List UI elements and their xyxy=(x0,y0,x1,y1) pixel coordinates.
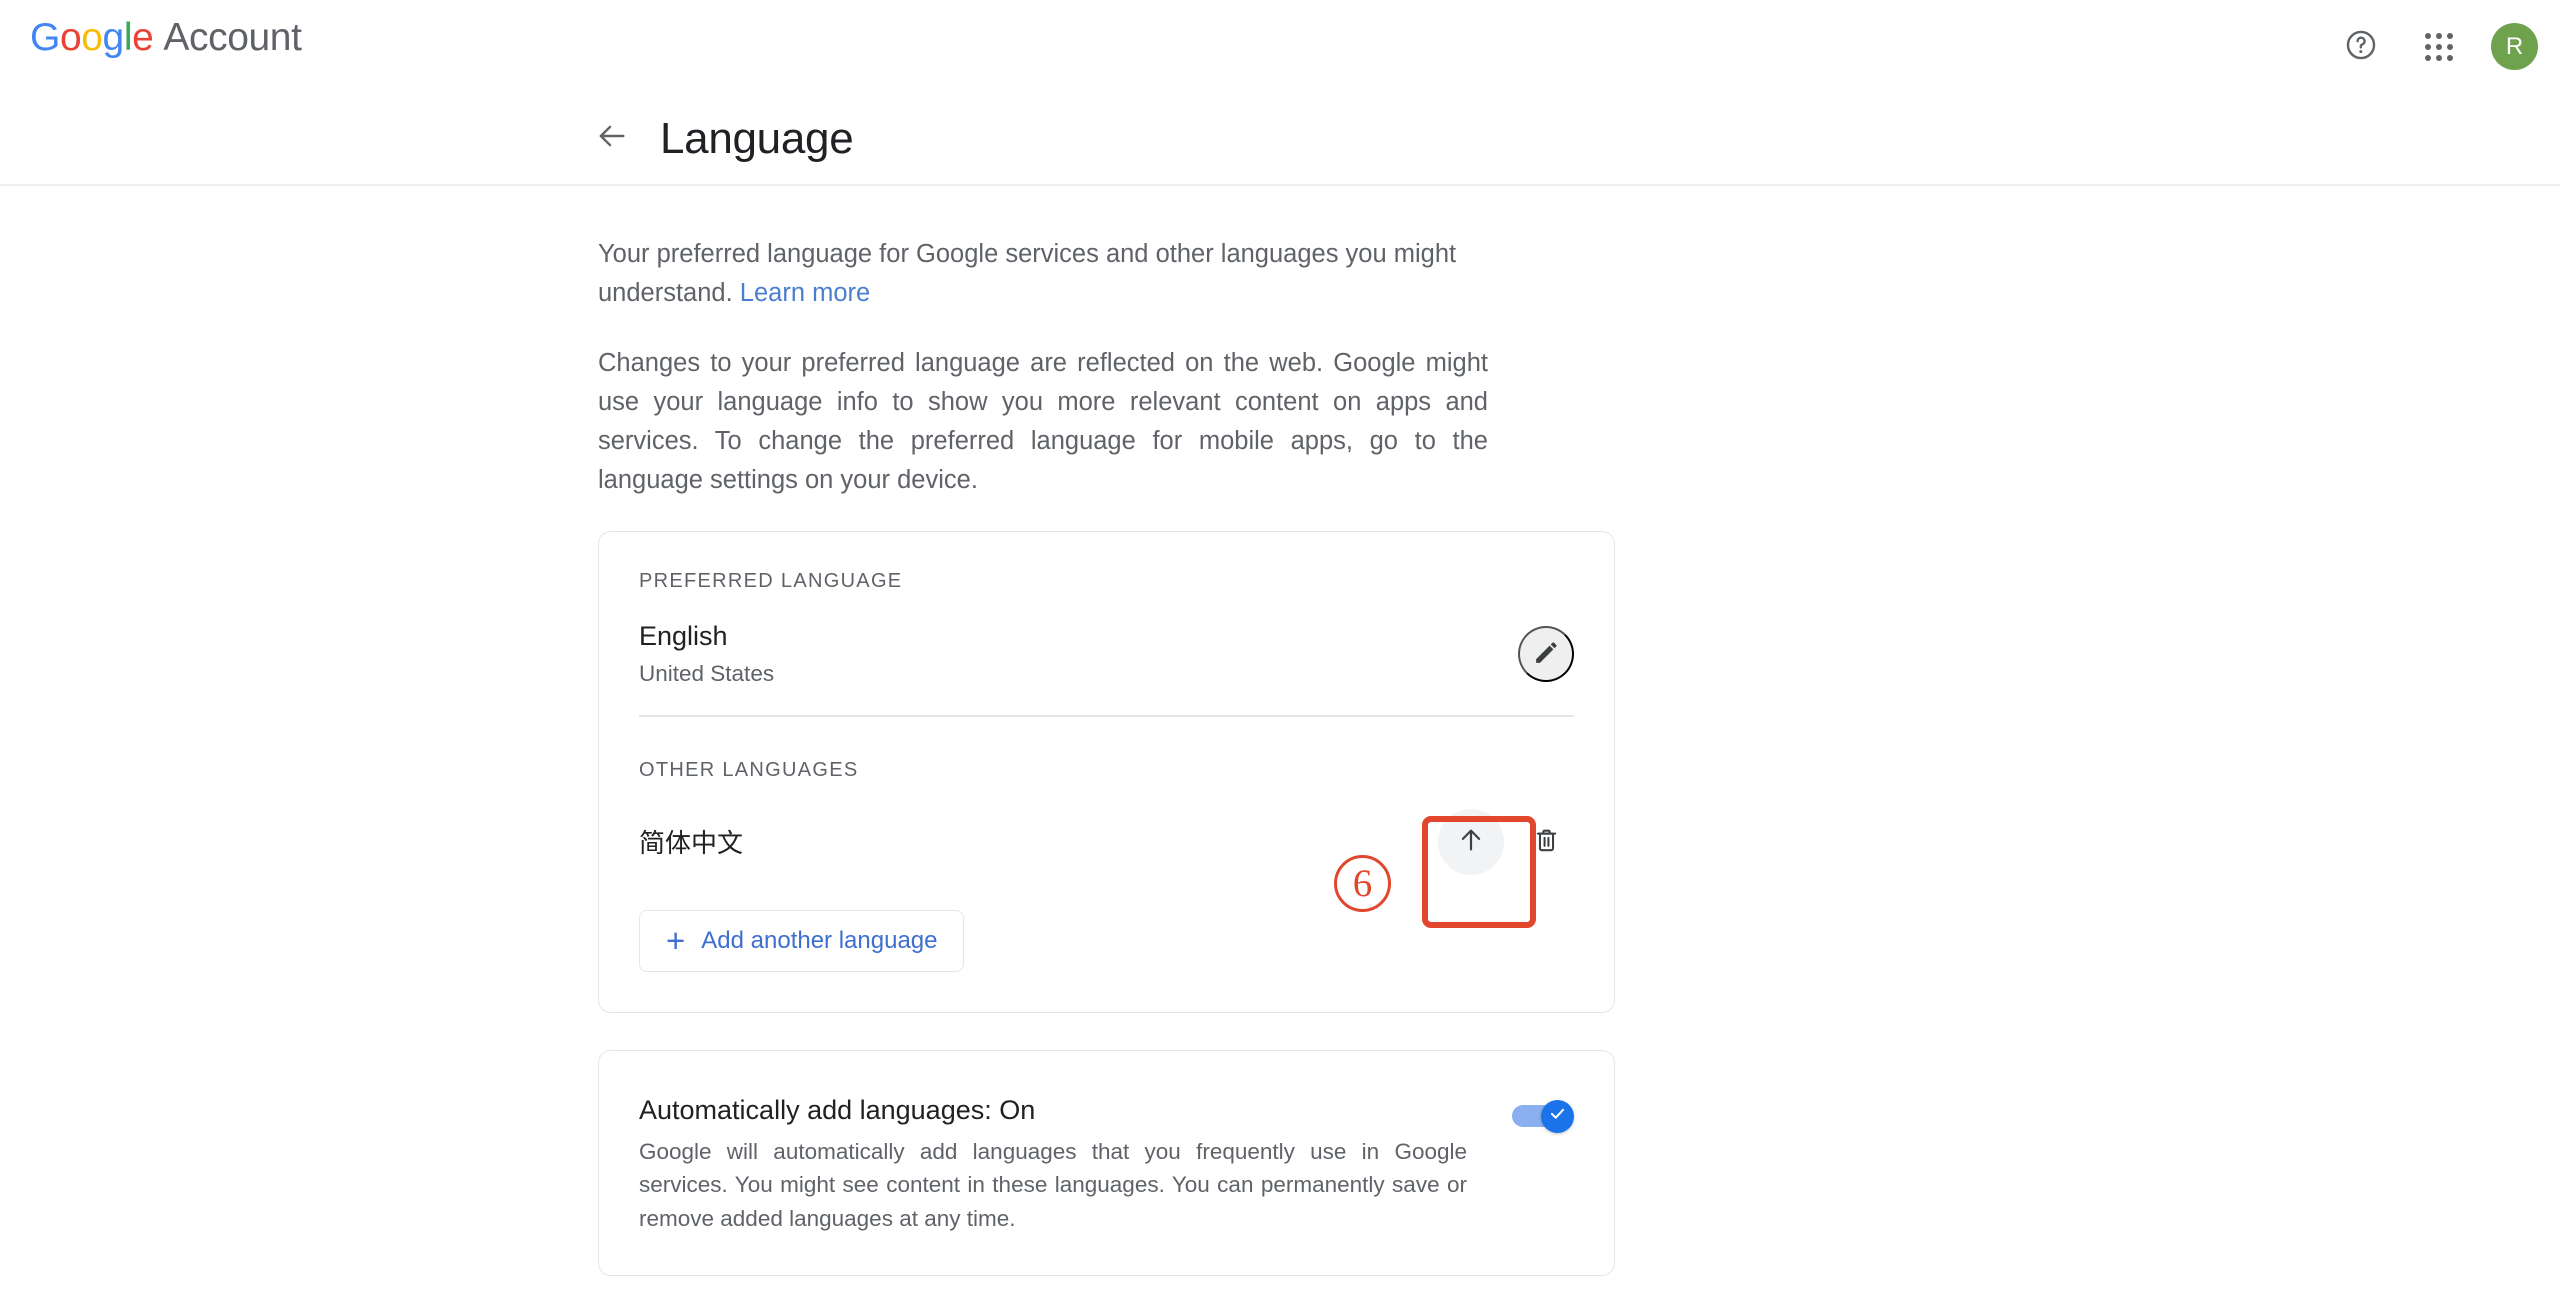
avatar[interactable]: R xyxy=(2491,23,2538,70)
preferred-language-text: English United States xyxy=(639,618,774,690)
apps-grid-icon xyxy=(2425,32,2453,61)
intro-paragraph-2: Changes to your preferred language are r… xyxy=(598,349,1488,494)
add-another-language-button[interactable]: + Add another language xyxy=(639,909,965,972)
auto-add-toggle[interactable] xyxy=(1512,1099,1574,1133)
top-bar-actions: R xyxy=(2335,0,2538,93)
trash-icon xyxy=(1532,826,1561,858)
google-apps-button[interactable] xyxy=(2413,21,2465,73)
check-icon xyxy=(1548,1104,1567,1128)
google-account-brand: Google Account xyxy=(30,18,302,57)
delete-language-button[interactable] xyxy=(1518,814,1574,870)
preferred-language-label: PREFERRED LANGUAGE xyxy=(639,570,903,592)
logo-letter-e: e xyxy=(132,16,154,59)
other-language-actions xyxy=(1438,808,1574,875)
page-title-bar: Language xyxy=(0,93,2560,186)
logo-letter-o2: o xyxy=(81,16,103,59)
preferred-language-row: English United States xyxy=(639,615,1574,693)
preferred-language-name: English xyxy=(639,621,728,651)
pencil-icon xyxy=(1531,637,1562,671)
google-logo: Google xyxy=(30,16,154,59)
add-another-language-label: Add another language xyxy=(701,926,938,954)
move-up-button[interactable] xyxy=(1438,808,1504,875)
logo-letter-g2: g xyxy=(102,16,125,59)
arrow-up-icon xyxy=(1456,825,1486,858)
logo-letter-l: l xyxy=(123,16,133,59)
back-button[interactable] xyxy=(590,117,634,161)
preferred-language-region: United States xyxy=(639,661,775,686)
languages-card: PREFERRED LANGUAGE English United States xyxy=(598,531,1615,1013)
other-language-name: 简体中文 xyxy=(639,828,744,858)
preferred-language-actions xyxy=(1518,626,1574,682)
edit-preferred-language-button[interactable] xyxy=(1518,626,1574,682)
main-content: Your preferred language for Google servi… xyxy=(0,186,2560,1276)
auto-add-text-block: Automatically add languages: On Google w… xyxy=(639,1091,1467,1236)
learn-more-link[interactable]: Learn more xyxy=(740,279,870,307)
other-languages-label: OTHER LANGUAGES xyxy=(639,758,859,781)
arrow-left-icon xyxy=(595,119,629,158)
brand-account-word: Account xyxy=(163,16,302,59)
plus-icon: + xyxy=(666,922,686,959)
logo-letter-g1: G xyxy=(30,16,60,59)
top-bar: Google Account R xyxy=(0,0,2560,93)
auto-add-description: Google will automatically add languages … xyxy=(639,1138,1467,1231)
page-title: Language xyxy=(660,113,854,163)
avatar-initial: R xyxy=(2505,32,2524,60)
other-language-row: 简体中文 xyxy=(639,800,1574,884)
auto-add-title: Automatically add languages: On xyxy=(639,1094,1036,1125)
help-button[interactable] xyxy=(2335,21,2387,73)
toggle-knob xyxy=(1541,1099,1574,1133)
logo-letter-o1: o xyxy=(59,16,82,59)
card-divider xyxy=(639,715,1574,717)
auto-add-languages-card: Automatically add languages: On Google w… xyxy=(598,1049,1615,1276)
help-circle-icon xyxy=(2344,28,2378,65)
intro-paragraph-1-text: Your preferred language for Google servi… xyxy=(598,240,1457,307)
intro-paragraph-1: Your preferred language for Google servi… xyxy=(598,235,1488,313)
